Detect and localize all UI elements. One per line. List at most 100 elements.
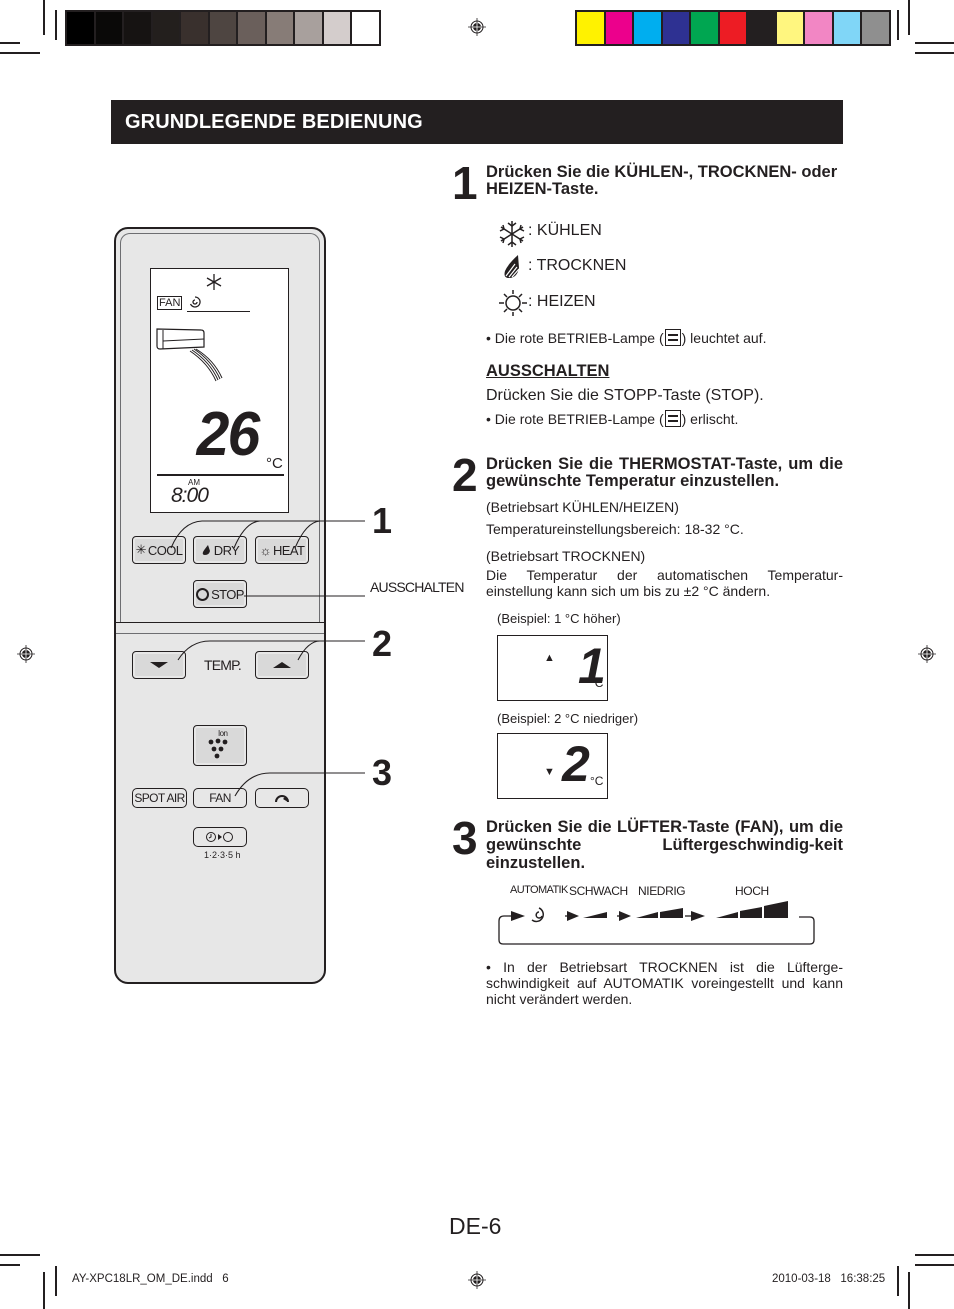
example-unit: °C — [590, 676, 604, 690]
droplet-icon — [504, 255, 520, 278]
gray-color-bar — [65, 10, 381, 46]
print-timestamp: 2010-03-18 16:38:25 — [772, 1273, 886, 1285]
crop-mark — [43, 1272, 45, 1309]
lcd-separator — [157, 474, 284, 476]
crop-mark — [908, 1272, 910, 1309]
color-swatch — [662, 12, 689, 44]
registration-mark-icon — [468, 18, 486, 36]
mode-label-dry: : TROCKNEN — [528, 257, 627, 274]
color-swatch — [805, 12, 832, 44]
color-swatch — [833, 12, 860, 44]
color-swatch — [634, 12, 661, 44]
crop-mark — [43, 0, 45, 35]
registration-mark-icon — [918, 645, 936, 663]
arrow-up-icon: ▲ — [544, 652, 555, 664]
arrow-down-icon: ▼ — [544, 766, 555, 778]
color-swatch — [862, 12, 889, 44]
mode-label-cool: : KÜHLEN — [528, 222, 602, 239]
gray-swatch — [209, 12, 236, 44]
gray-swatch — [124, 12, 151, 44]
example-caption: (Beispiel: 2 °C niedriger) — [497, 711, 639, 726]
speed-label-auto: AUTOMATIK — [510, 884, 568, 896]
gray-swatch — [238, 12, 265, 44]
mode-dry-label: (Betriebsart TROCKNEN) — [486, 548, 646, 564]
section-title: GRUNDLEGENDE BEDIENUNG — [111, 100, 843, 144]
page-number: DE-6 — [449, 1213, 502, 1239]
timer-hours-label: 1·2·3·5 h — [204, 850, 241, 860]
auto-fan-icon — [531, 907, 544, 923]
snowflake-icon: ✳ — [135, 542, 147, 557]
color-swatch — [577, 12, 604, 44]
color-swatch — [776, 12, 803, 44]
color-swatch — [691, 12, 718, 44]
gray-swatch — [181, 12, 208, 44]
callout-leaders — [170, 520, 365, 797]
snowflake-icon — [206, 274, 222, 290]
air-conditioner-unit-icon — [156, 328, 223, 382]
example-caption: (Beispiel: 1 °C höher) — [497, 611, 621, 626]
fan-speed-cycle-diagram — [498, 901, 815, 945]
crop-mark — [915, 42, 954, 44]
process-color-bar — [575, 10, 891, 46]
fan-bar-medium-2 — [660, 908, 683, 918]
step-title: Drücken Sie die LÜFTER-Taste (FAN), um d… — [486, 818, 843, 872]
file-slug: AY-XPC18LR_OM_DE.indd 6 — [72, 1273, 229, 1285]
step-title: Drücken Sie die KÜHLEN-, TROCKNEN- oder … — [486, 163, 838, 198]
off-heading: AUSSCHALTEN — [486, 362, 610, 380]
crop-mark — [908, 0, 910, 35]
temperature-range: Temperatureinstellungsbereich: 18-32 °C. — [486, 521, 744, 537]
step-title: Drücken Sie die THERMOSTAT-Taste, um die… — [486, 455, 843, 490]
arrow-right-icon — [511, 911, 525, 921]
example-display-lower: ▼ 2 °C — [497, 733, 608, 799]
fan-bar-medium-1 — [636, 912, 658, 918]
fan-bar-high-2 — [740, 907, 762, 918]
lcd-temperature: 26 — [196, 400, 261, 469]
mode-label-heat: : HEIZEN — [528, 293, 596, 310]
arrow-right-icon — [619, 911, 631, 921]
timer-icon — [206, 832, 233, 842]
gray-swatch — [67, 12, 94, 44]
gray-swatch — [152, 12, 179, 44]
auto-fan-icon — [189, 296, 201, 308]
crop-mark — [897, 1266, 899, 1296]
crop-mark — [0, 42, 20, 44]
crop-mark — [915, 1254, 954, 1256]
callout-number: 3 — [372, 752, 393, 793]
crop-mark — [55, 1266, 57, 1296]
gray-swatch — [266, 12, 293, 44]
step-number: 2 — [452, 449, 478, 501]
sun-icon — [499, 290, 527, 316]
crop-mark — [0, 1254, 40, 1256]
lcd-temperature-unit: °C — [266, 455, 283, 472]
lcd-clock: 8:00 — [171, 484, 209, 507]
gray-swatch — [323, 12, 350, 44]
off-timer-button[interactable] — [193, 827, 247, 847]
callout-label-off: AUSSCHALTEN — [370, 579, 464, 595]
color-swatch — [719, 12, 746, 44]
mode-cool-heat-label: (Betriebsart KÜHLEN/HEIZEN) — [486, 499, 679, 515]
lcd-fan-label: FAN — [157, 296, 183, 310]
fan-bar-high-1 — [716, 912, 738, 918]
step-number: 1 — [452, 157, 478, 209]
lcd-separator — [187, 311, 250, 313]
crop-mark — [0, 52, 40, 54]
callout-number: 1 — [372, 500, 393, 541]
gray-swatch — [95, 12, 122, 44]
crop-mark — [915, 1264, 954, 1266]
speed-label-high: HOCH — [735, 884, 769, 898]
example-digit: 2 — [562, 736, 590, 792]
remote-lcd-display: FAN 26 °C AM 8:00 — [150, 268, 289, 513]
operation-lamp-note: • Die rote BETRIEB-Lampe () leuchtet auf… — [486, 329, 767, 346]
gray-swatch — [352, 12, 379, 44]
snowflake-icon — [499, 221, 525, 247]
crop-mark — [897, 10, 899, 40]
step-number: 3 — [452, 812, 478, 864]
color-swatch — [605, 12, 632, 44]
callout-number: 2 — [372, 623, 393, 664]
speed-label-low: SCHWACH — [569, 884, 628, 898]
off-lamp-note: • Die rote BETRIEB-Lampe () erlischt. — [486, 410, 739, 427]
arrow-right-icon — [567, 911, 579, 921]
gray-swatch — [295, 12, 322, 44]
crop-mark — [0, 1264, 20, 1266]
operation-lamp-icon — [664, 410, 681, 427]
